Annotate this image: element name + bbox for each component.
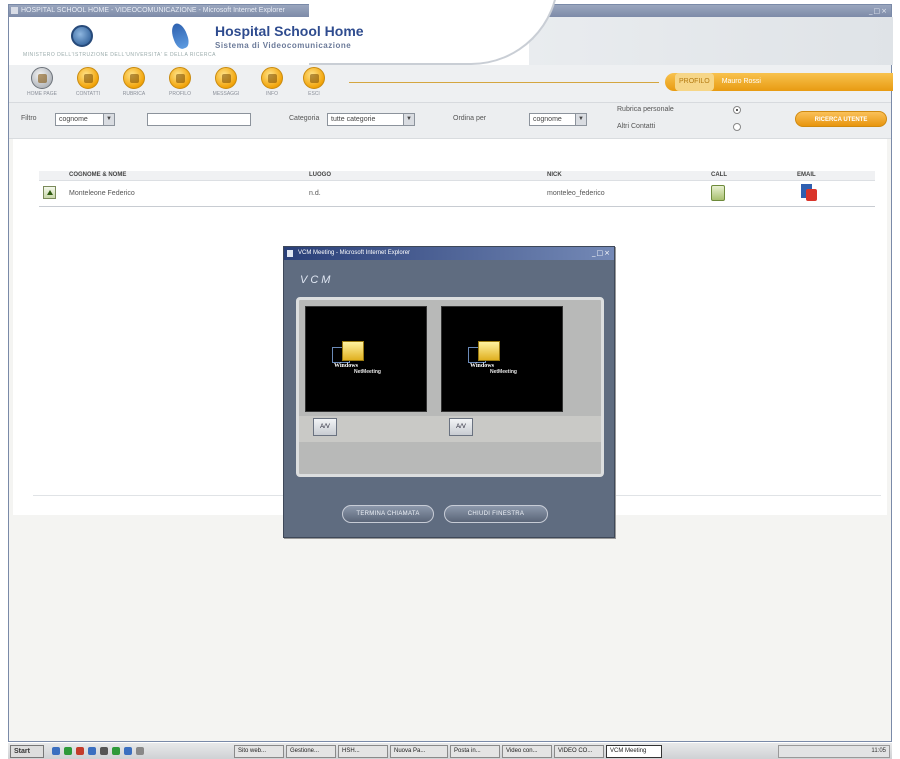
other-label: Altri Contatti [617,123,656,130]
video-panel: Windows NetMeeting Windows NetMeeting A/… [296,297,604,477]
popup-titlebar: VCM Meeting - Microsoft Internet Explore… [284,247,614,260]
table-header: COGNOME & NOME LUOGO NICK CALL EMAIL [39,171,875,181]
quicklaunch-icon[interactable] [88,747,96,755]
info-icon [261,67,283,89]
search-user-button[interactable]: RICERCA UTENTE [795,111,887,127]
profile-button[interactable]: PROFILO [165,67,195,97]
col-name: COGNOME & NOME [69,172,127,178]
end-call-button[interactable]: TERMINA CHIAMATA [342,505,434,523]
popup-title: VCM Meeting - Microsoft Internet Explore… [298,250,411,256]
book-icon [123,67,145,89]
clock: 11:05 [871,748,886,754]
contacts-button[interactable]: CONTATTI [73,67,103,97]
app-subtitle: Sistema di Videocomunicazione [215,41,352,50]
remote-video: Windows NetMeeting [441,306,563,412]
ministry-logo-icon [71,25,93,47]
table-row: Monteleone Federico n.d. monteleo_federi… [39,181,875,207]
task-button[interactable]: VIDEO CO... [554,745,604,758]
task-button[interactable]: Sito web... [234,745,284,758]
task-button[interactable]: HSH... [338,745,388,758]
local-av-button[interactable]: A/V [313,418,337,436]
quicklaunch-icon[interactable] [76,747,84,755]
search-input[interactable] [147,113,251,126]
email-icon[interactable] [801,184,817,202]
close-window-button[interactable]: CHIUDI FINESTRA [444,505,548,523]
order-label: Ordina per [453,115,487,122]
col-call: CALL [711,172,727,178]
col-email: EMAIL [797,172,816,178]
filter-select[interactable]: cognome ▼ [55,113,115,126]
ie-icon [287,250,293,257]
popup-window-controls[interactable]: _□× [592,247,611,260]
col-nick: NICK [547,172,562,178]
messages-button[interactable]: MESSAGGI [211,67,241,97]
personal-label: Rubrica personale [617,106,674,113]
hsh-logo-icon [168,21,192,51]
window-controls[interactable]: _□× [869,5,888,17]
cell-place: n.d. [309,190,321,197]
home-button[interactable]: HOME PAGE [27,67,57,97]
message-icon [215,67,237,89]
main-toolbar: HOME PAGE CONTATTI RUBRICA PROFILO MESSA… [9,65,893,103]
site-header: MINISTERO DELL'ISTRUZIONE DELL'UNIVERSIT… [9,0,893,65]
quicklaunch-icon[interactable] [100,747,108,755]
category-select[interactable]: tutte categorie ▼ [327,113,415,126]
netmeeting-logo-icon: Windows NetMeeting [468,341,538,381]
cell-nick: monteleo_federico [547,190,605,197]
cell-name: Monteleone Federico [69,190,135,197]
task-button-active[interactable]: VCM Meeting [606,745,662,758]
user-profile-label: PROFILO [675,73,714,91]
contacts-table: COGNOME & NOME LUOGO NICK CALL EMAIL Mon… [39,171,875,207]
logout-button[interactable]: ESCI [299,67,329,97]
order-select[interactable]: cognome ▼ [529,113,587,126]
task-button[interactable]: Posta in... [450,745,500,758]
ie-icon [11,7,18,14]
home-icon [31,67,53,89]
vcm-brand: VCM [300,274,334,286]
user-name: Mauro Rossi [721,78,761,85]
local-video: Windows NetMeeting [305,306,427,412]
desktop-icon[interactable] [52,747,60,755]
chevron-down-icon: ▼ [103,114,114,125]
user-badge: PROFILO Mauro Rossi [665,73,893,91]
other-radio[interactable] [733,123,741,131]
chevron-down-icon: ▼ [575,114,586,125]
category-label: Categoria [289,115,320,122]
contacts-icon [77,67,99,89]
quicklaunch-icon[interactable] [136,747,144,755]
personal-radio[interactable] [733,106,741,114]
user-icon [169,67,191,89]
addressbook-button[interactable]: RUBRICA [119,67,149,97]
info-button[interactable]: INFO [257,67,287,97]
vcm-meeting-window: VCM Meeting - Microsoft Internet Explore… [283,246,615,538]
remote-av-button[interactable]: A/V [449,418,473,436]
col-place: LUOGO [309,172,331,178]
quicklaunch-icon[interactable] [112,747,120,755]
filter-label: Filtro [21,115,37,122]
call-icon[interactable] [711,185,725,201]
task-button[interactable]: Gestione... [286,745,336,758]
quicklaunch-icon[interactable] [64,747,72,755]
logo-caption: MINISTERO DELL'ISTRUZIONE DELL'UNIVERSIT… [23,52,216,58]
quicklaunch-icon[interactable] [124,747,132,755]
exit-icon [303,67,325,89]
chevron-down-icon: ▼ [403,114,414,125]
app-title: Hospital School Home [215,23,364,39]
start-button[interactable]: Start [10,745,44,758]
expand-icon[interactable] [43,186,56,199]
netmeeting-logo-icon: Windows NetMeeting [332,341,402,381]
taskbar: Start Sito web... Gestione... HSH... Nuo… [8,742,892,759]
window-title: HOSPITAL SCHOOL HOME - VIDEOCOMUNICAZION… [21,7,285,14]
task-button[interactable]: Nuova Pa... [390,745,448,758]
system-tray: 11:05 [778,745,890,758]
task-button[interactable]: Video con... [502,745,552,758]
filter-bar: Filtro cognome ▼ Categoria tutte categori… [9,103,891,139]
